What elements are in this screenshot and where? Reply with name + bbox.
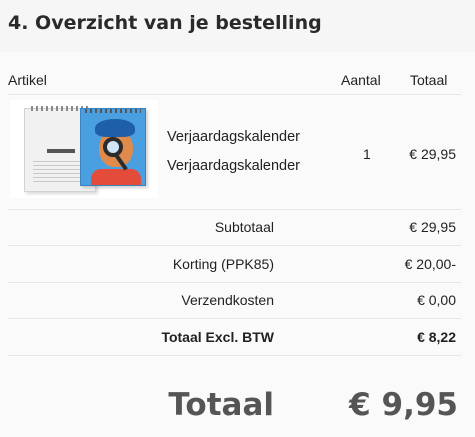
subtotal-label: Subtotaal [214,219,274,235]
divider [8,209,461,210]
shipping-value: € 0,00 [417,292,456,308]
column-header-total: Totaal [410,72,448,88]
column-header-quantity: Aantal [341,72,381,88]
grand-total-label: Totaal [168,387,274,423]
divider [8,318,461,319]
product-quantity: 1 [363,146,371,162]
divider [8,94,461,95]
product-name-secondary: Verjaardagskalender [167,158,301,174]
column-header-article: Artikel [8,72,47,88]
grand-total-value: € 9,95 [349,387,458,423]
section-title: 4. Overzicht van je bestelling [8,12,322,34]
subtotal-value: € 29,95 [409,219,456,235]
product-name: Verjaardagskalender [167,129,301,145]
discount-label: Korting (PPK85) [172,256,274,272]
divider [8,355,461,356]
product-total: € 29,95 [409,146,456,162]
shipping-label: Verzendkosten [181,292,274,308]
discount-value: € 20,00- [404,256,456,272]
divider [8,245,461,246]
divider [8,282,461,283]
product-thumbnail [10,100,158,198]
total-excl-vat-value: € 8,22 [417,329,456,345]
total-excl-vat-label: Totaal Excl. BTW [161,329,274,345]
mascot-calendar-image-icon [80,108,146,186]
